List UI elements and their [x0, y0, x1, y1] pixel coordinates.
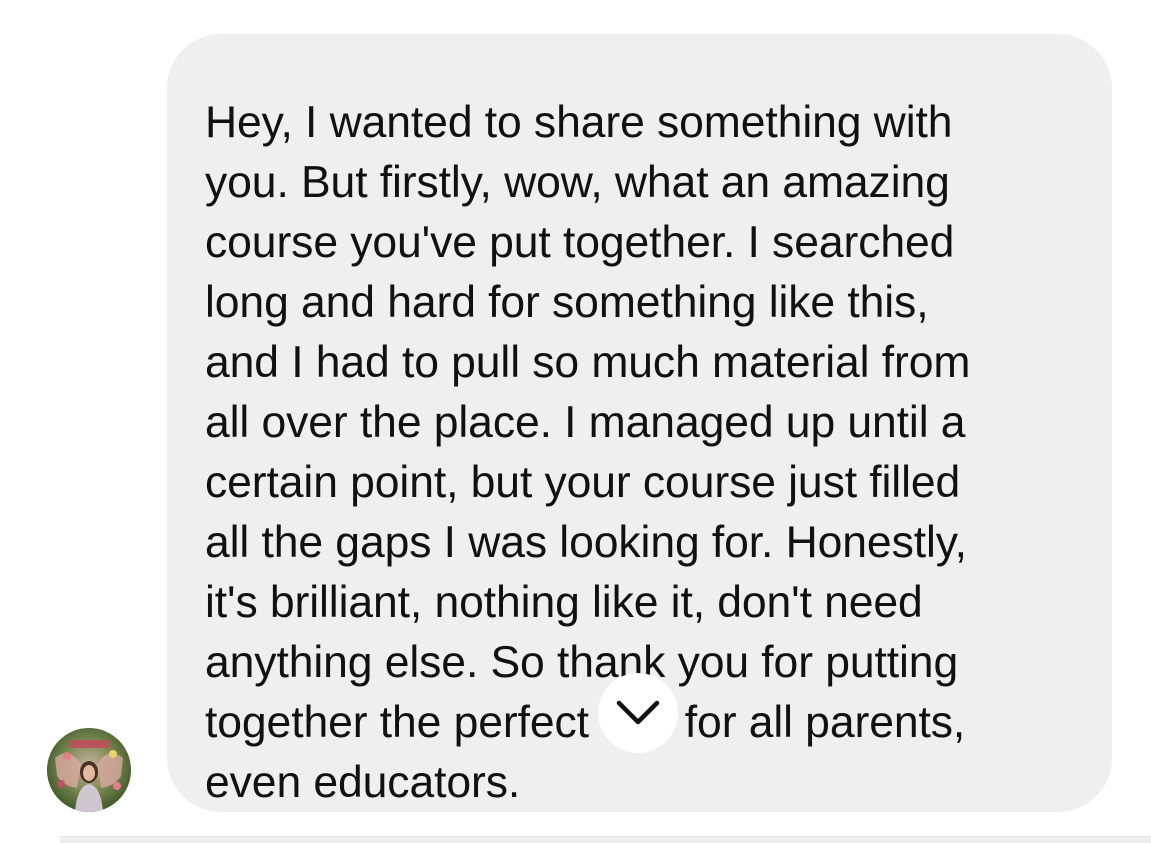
- chevron-down-icon: [616, 700, 660, 725]
- message-thread: Hey, I wanted to share something with yo…: [0, 0, 1151, 843]
- sender-avatar[interactable]: [47, 728, 131, 812]
- composer-edge: [60, 836, 1151, 843]
- profile-photo-avatar-icon: [47, 728, 131, 812]
- scroll-to-bottom-button[interactable]: [598, 673, 678, 753]
